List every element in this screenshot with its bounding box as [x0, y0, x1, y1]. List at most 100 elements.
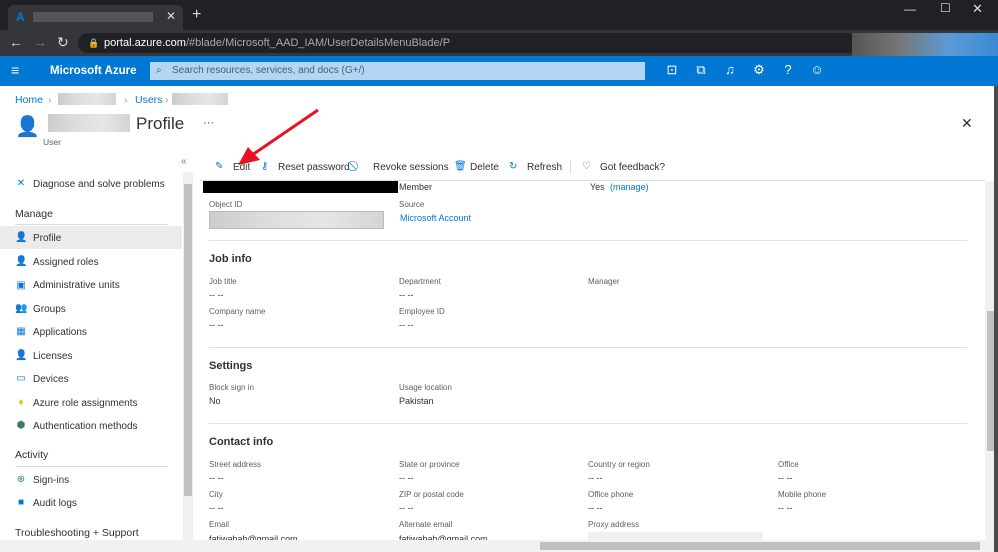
contact-info-heading: Contact info [209, 436, 274, 448]
settings-icon[interactable]: ⚙ [750, 62, 768, 78]
heart-icon: ♡ [582, 161, 591, 172]
collapse-sidebar-icon[interactable]: « [181, 156, 187, 167]
sidebar-scrollbar[interactable] [183, 172, 193, 540]
email-label: Email [209, 520, 230, 529]
toolbar-divider [570, 160, 571, 174]
state-value: -- -- [399, 473, 414, 483]
minimize-icon[interactable]: — [904, 2, 916, 16]
office-phone-label: Office phone [588, 490, 634, 499]
city-label: City [209, 490, 223, 499]
notifications-icon[interactable]: ♫ [721, 62, 739, 77]
user-icon: 👤 [15, 116, 40, 138]
mobile-label: Mobile phone [778, 490, 827, 499]
profile-icon: 👤 [15, 232, 28, 243]
sidebar-item-audit-logs[interactable]: Audit logs [33, 498, 77, 509]
city-value: -- -- [209, 503, 224, 513]
user-name-redacted [48, 114, 130, 132]
cloud-shell-icon[interactable]: ⊡ [663, 62, 681, 78]
usage-location-label: Usage location [399, 383, 452, 392]
manage-link[interactable]: (manage) [610, 182, 649, 192]
directory-filter-icon[interactable]: ⧉ [692, 62, 710, 78]
edit-icon: ✎ [215, 161, 224, 172]
sidebar-item-azure-roles[interactable]: Azure role assignments [33, 398, 138, 409]
alt-email-label: Alternate email [399, 520, 453, 529]
breadcrumb-redacted[interactable] [58, 93, 116, 105]
source-value[interactable]: Microsoft Account [400, 213, 471, 223]
block-sign-in-label: Block sign in [209, 383, 254, 392]
search-input[interactable]: ⌕ Search resources, services, and docs (… [150, 62, 645, 80]
azure-favicon: A [16, 10, 25, 24]
edit-button[interactable]: Edit [233, 162, 250, 173]
sidebar-horizontal-scrollbar[interactable] [0, 540, 193, 552]
delete-icon: 🗑 [454, 161, 467, 172]
sidebar-item-sign-ins[interactable]: Sign-ins [33, 475, 69, 486]
breadcrumb-user-redacted [172, 93, 228, 105]
audit-logs-icon: ■ [17, 497, 25, 508]
more-options-button[interactable]: ··· [203, 117, 214, 129]
reset-password-button[interactable]: Reset password [278, 162, 350, 173]
brand[interactable]: Microsoft Azure [50, 65, 136, 77]
object-id-field[interactable] [209, 211, 384, 229]
office-value: -- -- [778, 473, 793, 483]
content-horizontal-scrollbar[interactable] [193, 540, 998, 552]
back-icon[interactable]: ← [9, 34, 23, 50]
page-subtitle: User [43, 137, 61, 147]
office-phone-value: -- -- [588, 503, 603, 513]
new-tab-icon[interactable]: + [192, 6, 201, 24]
street-label: Street address [209, 460, 262, 469]
feedback-button[interactable]: Got feedback? [600, 162, 665, 173]
maximize-icon[interactable]: ☐ [940, 1, 951, 15]
divider [209, 240, 967, 241]
sidebar-item-assigned-roles[interactable]: Assigned roles [33, 257, 99, 268]
reload-icon[interactable]: ↻ [57, 34, 69, 51]
divider [15, 466, 168, 467]
block-sign-in-value: No [209, 396, 221, 406]
breadcrumb-sep: › [165, 94, 169, 106]
object-id-label: Object ID [209, 200, 243, 209]
zip-label: ZIP or postal code [399, 490, 464, 499]
state-label: State or province [399, 460, 460, 469]
help-icon[interactable]: ? [779, 62, 797, 77]
close-blade-icon[interactable]: ✕ [961, 115, 973, 132]
divider [15, 224, 168, 225]
url-path: /#blade/Microsoft_AAD_IAM/UserDetailsMen… [185, 37, 451, 49]
revoke-sessions-button[interactable]: Revoke sessions [373, 162, 449, 173]
page-title: Profile [136, 114, 185, 133]
sidebar-item-applications[interactable]: Applications [33, 327, 87, 338]
admin-units-icon: ▣ [16, 280, 26, 291]
refresh-button[interactable]: Refresh [527, 162, 562, 173]
close-window-icon[interactable]: ✕ [972, 1, 983, 17]
forward-icon[interactable]: → [33, 34, 47, 50]
close-tab-icon[interactable]: ✕ [166, 9, 176, 23]
member-label: Member [399, 182, 433, 192]
delete-button[interactable]: Delete [470, 162, 499, 173]
feedback-smiley-icon[interactable]: ☺ [808, 62, 826, 77]
breadcrumb-sep: › [48, 94, 52, 106]
job-title-value: -- -- [209, 290, 224, 300]
job-title-label: Job title [209, 277, 237, 286]
sidebar-item-groups[interactable]: Groups [33, 304, 66, 315]
manager-label: Manager [588, 277, 620, 286]
proxy-label: Proxy address [588, 520, 640, 529]
source-label: Source [399, 200, 425, 209]
breadcrumb-home[interactable]: Home [15, 94, 43, 106]
browser-tab[interactable]: A ✕ [8, 5, 183, 30]
diagnose-icon: ✕ [16, 178, 26, 189]
zip-value: -- -- [399, 503, 414, 513]
sidebar-heading-manage: Manage [15, 208, 53, 220]
licenses-icon: 👤 [15, 350, 28, 361]
menu-icon[interactable]: ≡ [11, 62, 19, 78]
url-input[interactable]: 🔒 portal.azure.com/#blade/Microsoft_AAD_… [78, 33, 858, 53]
sidebar-item-auth-methods[interactable]: Authentication methods [33, 421, 138, 432]
sidebar-item-admin-units[interactable]: Administrative units [33, 280, 120, 291]
shield-icon: ⬢ [16, 420, 26, 431]
sidebar-item-diagnose[interactable]: Diagnose and solve problems [33, 179, 165, 190]
sidebar-item-licenses[interactable]: Licenses [33, 351, 72, 362]
sidebar-item-profile[interactable]: Profile [33, 233, 61, 244]
window-border [994, 86, 998, 552]
breadcrumb-users[interactable]: Users [135, 94, 162, 106]
job-info-heading: Job info [209, 253, 252, 265]
department-label: Department [399, 277, 441, 286]
sidebar-heading-activity: Activity [15, 449, 49, 461]
sidebar-item-devices[interactable]: Devices [33, 374, 69, 385]
